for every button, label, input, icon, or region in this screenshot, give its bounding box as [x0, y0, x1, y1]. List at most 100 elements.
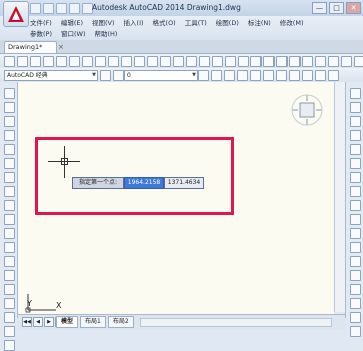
- offset-icon[interactable]: [350, 130, 361, 141]
- gradient-icon[interactable]: [4, 298, 15, 309]
- layer-select[interactable]: 0 ▼: [124, 70, 198, 81]
- viewcube-icon[interactable]: [290, 93, 324, 127]
- table-style-icon[interactable]: [276, 56, 287, 67]
- arc-icon[interactable]: [4, 158, 15, 169]
- join-icon[interactable]: [350, 270, 361, 281]
- close-button[interactable]: ✕: [346, 2, 361, 14]
- maximize-button[interactable]: □: [329, 2, 344, 14]
- preview-icon[interactable]: [56, 56, 67, 67]
- prev-layout-button[interactable]: ◀: [33, 317, 43, 327]
- menu-edit[interactable]: 编辑(E): [61, 17, 83, 27]
- menu-draw[interactable]: 绘图(D): [216, 17, 239, 27]
- color-control-icon[interactable]: [224, 70, 235, 81]
- fillet-icon[interactable]: [350, 298, 361, 309]
- layer-off-icon[interactable]: [315, 70, 326, 81]
- move-icon[interactable]: [350, 158, 361, 169]
- scale-icon[interactable]: [350, 186, 361, 197]
- table-icon[interactable]: [4, 326, 15, 337]
- text-style-icon[interactable]: [250, 56, 261, 67]
- multiline-text-icon[interactable]: [4, 340, 15, 351]
- save-icon[interactable]: [56, 3, 67, 14]
- camera-icon[interactable]: [341, 56, 352, 67]
- trim-icon[interactable]: [350, 214, 361, 225]
- layer-properties-icon[interactable]: [113, 70, 124, 81]
- undo-icon[interactable]: [69, 3, 80, 14]
- array-icon[interactable]: [350, 144, 361, 155]
- tab-model[interactable]: 模型: [56, 316, 79, 328]
- hatch-icon[interactable]: [4, 284, 15, 295]
- lights-icon[interactable]: [354, 56, 363, 67]
- rotate-icon[interactable]: [350, 172, 361, 183]
- zoom-realtime-icon[interactable]: [173, 56, 184, 67]
- stretch-icon[interactable]: [350, 200, 361, 211]
- break-at-point-icon[interactable]: [350, 242, 361, 253]
- cut-icon[interactable]: [82, 56, 93, 67]
- polyline-icon[interactable]: [4, 116, 15, 127]
- make-current-layer-icon[interactable]: [198, 70, 209, 81]
- workspace-select[interactable]: AutoCAD 经典 ▼: [4, 70, 98, 81]
- extend-icon[interactable]: [350, 228, 361, 239]
- mirror-icon[interactable]: [350, 116, 361, 127]
- menu-view[interactable]: 视图(V): [92, 17, 115, 27]
- break-icon[interactable]: [350, 256, 361, 267]
- spline-icon[interactable]: [4, 200, 15, 211]
- paste-icon[interactable]: [108, 56, 119, 67]
- new-icon[interactable]: [30, 3, 41, 14]
- visual-style-icon[interactable]: [315, 56, 326, 67]
- polygon-icon[interactable]: [4, 130, 15, 141]
- blend-curves-icon[interactable]: [350, 312, 361, 323]
- ellipse-arc-icon[interactable]: [4, 228, 15, 239]
- application-menu-button[interactable]: [3, 1, 29, 27]
- tab-close-icon[interactable]: ×: [58, 43, 64, 51]
- lineweight-control-icon[interactable]: [250, 70, 261, 81]
- open-icon[interactable]: [43, 3, 54, 14]
- menu-file[interactable]: 文件(F): [30, 17, 52, 27]
- plot-style-icon[interactable]: [302, 56, 313, 67]
- match-properties-icon[interactable]: [121, 56, 132, 67]
- tab-layout1[interactable]: 布局1: [80, 316, 106, 328]
- tab-layout2[interactable]: 布局2: [107, 316, 134, 328]
- menu-help[interactable]: 帮助(H): [95, 28, 118, 38]
- rectangle-icon[interactable]: [4, 144, 15, 155]
- make-block-icon[interactable]: [4, 256, 15, 267]
- qnew-icon[interactable]: [4, 56, 15, 67]
- point-icon[interactable]: [4, 270, 15, 281]
- circle-icon[interactable]: [4, 172, 15, 183]
- chamfer-icon[interactable]: [350, 284, 361, 295]
- menu-insert[interactable]: 插入(I): [124, 17, 144, 27]
- properties-icon[interactable]: [212, 56, 223, 67]
- first-layout-button[interactable]: ◀◀: [22, 317, 32, 327]
- pan-icon[interactable]: [160, 56, 171, 67]
- menu-dimension[interactable]: 标注(N): [248, 17, 271, 27]
- workspace-settings-icon[interactable]: [100, 70, 111, 81]
- insert-block-icon[interactable]: [4, 242, 15, 253]
- multileader-style-icon[interactable]: [289, 56, 300, 67]
- horizontal-scrollbar[interactable]: [140, 318, 332, 327]
- save-file-icon[interactable]: [30, 56, 41, 67]
- minimize-button[interactable]: —: [312, 2, 327, 14]
- menu-modify[interactable]: 修改(M): [280, 17, 304, 27]
- tab-drawing1[interactable]: Drawing1*: [4, 41, 57, 53]
- menu-window[interactable]: 窗口(W): [61, 28, 86, 38]
- open-file-icon[interactable]: [17, 56, 28, 67]
- menu-tools[interactable]: 工具(T): [185, 17, 207, 27]
- render-icon[interactable]: [328, 56, 339, 67]
- linetype-control-icon[interactable]: [237, 70, 248, 81]
- layer-freeze-icon[interactable]: [302, 70, 313, 81]
- layer-lock-icon[interactable]: [328, 70, 339, 81]
- erase-icon[interactable]: [350, 88, 361, 99]
- explode-icon[interactable]: [350, 326, 361, 337]
- layer-state-icon[interactable]: [276, 70, 287, 81]
- design-center-icon[interactable]: [225, 56, 236, 67]
- dynamic-input-x-field[interactable]: 1964.2158: [124, 177, 164, 189]
- dynamic-input-y-field[interactable]: 1371.4634: [164, 177, 204, 189]
- plotstyle-control-icon[interactable]: [263, 70, 274, 81]
- publish-icon[interactable]: [69, 56, 80, 67]
- dim-style-icon[interactable]: [263, 56, 274, 67]
- copy-icon[interactable]: [95, 56, 106, 67]
- line-icon[interactable]: [4, 88, 15, 99]
- layer-previous-icon[interactable]: [211, 70, 222, 81]
- next-layout-button[interactable]: ▶: [44, 317, 54, 327]
- zoom-window-icon[interactable]: [186, 56, 197, 67]
- ellipse-icon[interactable]: [4, 214, 15, 225]
